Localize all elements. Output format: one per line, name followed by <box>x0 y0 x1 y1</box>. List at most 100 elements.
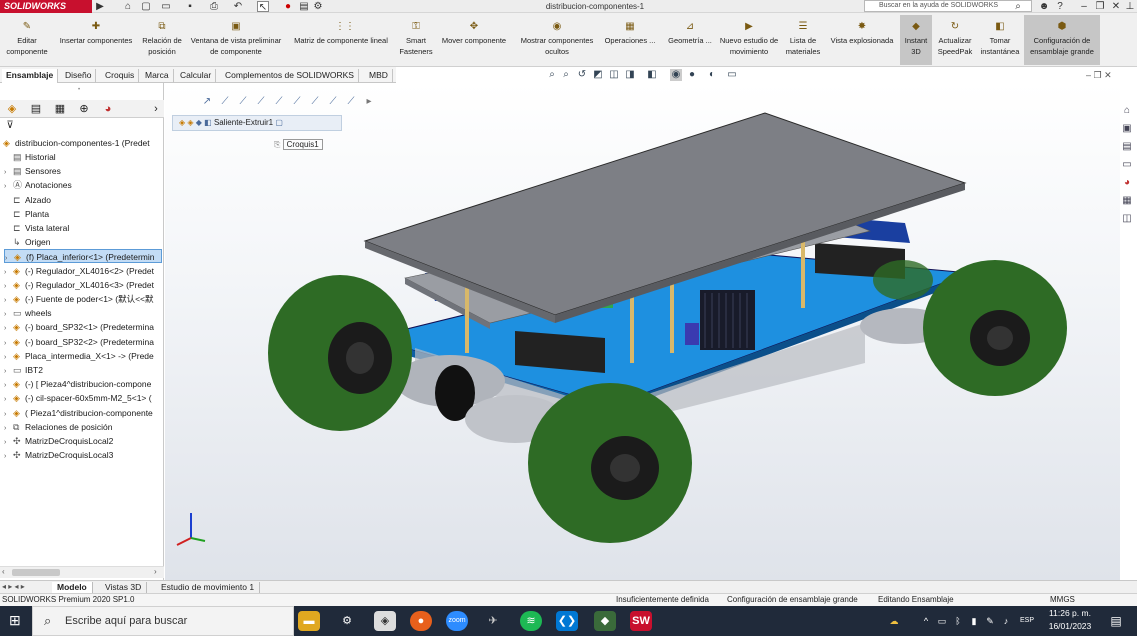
new-document-icon[interactable]: ▢ <box>140 1 152 12</box>
search-icon[interactable]: ⌕ <box>1012 1 1024 12</box>
expand-arrow-icon[interactable]: › <box>4 450 13 462</box>
sketch-icon[interactable]: ▢ <box>275 118 283 127</box>
rebuild-icon[interactable]: ● <box>282 1 294 12</box>
tree-item-regulador-3[interactable]: › ◈ (-) Regulador_XL4016<3> (Predet <box>4 278 162 292</box>
save-icon[interactable]: ▪ <box>184 1 196 12</box>
resources-icon[interactable]: ▣ <box>1120 122 1134 136</box>
spotify-taskbar-icon[interactable]: ≋ <box>520 611 542 631</box>
vscode-taskbar-icon[interactable]: ❮❯ <box>556 611 578 631</box>
tab-croquis[interactable]: Croquis <box>101 69 140 83</box>
more-tools-icon[interactable]: ▸ <box>362 95 376 109</box>
tab-scroll-icons[interactable]: ◂ ▸ ◂ ▸ <box>2 582 25 591</box>
tree-item-planta[interactable]: ⊏ Planta <box>4 207 162 221</box>
tree-item-fuente-poder[interactable]: › ◈ (-) Fuente de poder<1> (默认<<默 <box>4 292 162 306</box>
tray-expand-icon[interactable]: ^ <box>920 614 932 628</box>
assembly-icon[interactable]: ◈ <box>179 118 185 127</box>
expand-arrow-icon[interactable]: › <box>4 180 13 192</box>
tab-calcular[interactable]: Calcular <box>176 69 217 83</box>
zoom-to-area-icon[interactable]: ⌕ <box>560 69 572 81</box>
tab-diseno[interactable]: Diseño <box>61 69 97 83</box>
forum-icon[interactable]: ◫ <box>1120 212 1134 226</box>
tab-ensamblaje[interactable]: Ensamblaje <box>2 69 59 83</box>
component-preview-window-button[interactable]: ▣ Ventana de vista preliminar de componen… <box>186 15 286 65</box>
help-menu-icon[interactable]: ? <box>1054 1 1066 12</box>
feature-manager-tab-icon[interactable]: ◈ <box>4 102 20 116</box>
expand-arrow-icon[interactable]: › <box>4 408 13 420</box>
mate-button[interactable]: ⧉ Relación de posición <box>138 15 186 65</box>
tab-marca[interactable]: Marca <box>141 69 174 83</box>
bluetooth-icon[interactable]: ᛒ <box>952 614 964 628</box>
tree-item-sensores[interactable]: › ▤ Sensores <box>4 164 162 178</box>
network-icon[interactable]: ▭ <box>936 614 948 628</box>
apply-scene-icon[interactable]: ◐ <box>706 69 718 81</box>
move-component-button[interactable]: ✥ Mover componente <box>434 15 514 65</box>
tree-item-origen[interactable]: ↳ Origen <box>4 235 162 249</box>
print-icon[interactable]: ⎙ <box>208 1 220 12</box>
help-search-input[interactable]: Buscar en la ayuda de SOLIDWORKS <box>864 0 1032 12</box>
close-icon[interactable]: ✕ <box>1110 1 1122 12</box>
more-tabs-icon[interactable]: › <box>148 102 164 116</box>
tab-complementos[interactable]: Complementos de SOLIDWORKS <box>221 69 359 83</box>
firefox-taskbar-icon[interactable]: ● <box>410 611 432 631</box>
volume-icon[interactable]: ♪ <box>1000 614 1012 628</box>
expand-arrow-icon[interactable]: › <box>4 436 13 448</box>
part-icon[interactable]: ◈ <box>187 118 193 127</box>
pen-icon[interactable]: ✎ <box>984 614 996 628</box>
file-explorer-icon[interactable]: ▭ <box>1120 158 1134 172</box>
expand-arrow-icon[interactable]: › <box>4 379 13 391</box>
expand-arrow-icon[interactable]: › <box>4 393 13 405</box>
line-tool-icon[interactable]: ⟋ <box>218 95 232 109</box>
user-icon[interactable]: ☻ <box>1038 1 1050 12</box>
tree-item-historial[interactable]: ▤ Historial <box>4 150 162 164</box>
feature-icon[interactable]: ◧ <box>204 118 212 127</box>
display-manager-tab-icon[interactable]: ◕ <box>100 102 116 116</box>
expand-arrow-icon[interactable]: › <box>4 422 13 434</box>
take-snapshot-button[interactable]: ◧ Tomar instantánea <box>976 15 1024 65</box>
zoom-taskbar-icon[interactable]: zoom <box>446 611 468 631</box>
minimize-icon[interactable]: – <box>1086 70 1094 80</box>
tree-filter[interactable]: ⊽ <box>0 118 164 134</box>
update-speedpak-button[interactable]: ↻ Actualizar SpeedPak <box>934 15 976 65</box>
section-view-icon[interactable]: ◩ <box>592 69 604 81</box>
tree-item-matriz-3[interactable]: › ✣ MatrizDeCroquisLocal3 <box>4 448 162 462</box>
expand-arrow-icon[interactable]: › <box>5 252 14 262</box>
dimxpert-tab-icon[interactable]: ⊕ <box>76 102 92 116</box>
custom-properties-icon[interactable]: ▦ <box>1120 194 1134 208</box>
show-hidden-components-button[interactable]: ◉ Mostrar componentes ocultos <box>514 15 600 65</box>
line-tool-icon[interactable]: ⟋ <box>308 95 322 109</box>
dynamic-annotation-icon[interactable]: ◫ <box>608 69 620 81</box>
sketch-selection[interactable]: ⎘ Croquis1 <box>274 138 336 152</box>
tree-item-vista-lateral[interactable]: ⊏ Vista lateral <box>4 221 162 235</box>
options-gear-icon[interactable]: ⚙ <box>312 1 324 12</box>
exploded-view-button[interactable]: ✸ Vista explosionada <box>826 15 898 65</box>
configuration-manager-tab-icon[interactable]: ▦ <box>52 102 68 116</box>
reference-geometry-button[interactable]: ⊿ Geometría ... <box>662 15 718 65</box>
tab-mbd[interactable]: MBD <box>365 69 393 83</box>
tree-item-cil-spacer[interactable]: › ◈ (-) cil-spacer-60x5mm-M2_5<1> ( <box>4 391 162 405</box>
tree-item-board-sp32-2[interactable]: › ◈ (-) board_SP32<2> (Predetermina <box>4 335 162 349</box>
select-pointer-icon[interactable]: ↖ <box>257 1 269 13</box>
expand-arrow-icon[interactable]: › <box>4 351 13 363</box>
expand-arrow-icon[interactable]: › <box>4 266 13 278</box>
expand-menu-icon[interactable]: ▶ <box>94 1 106 12</box>
keyboard-layout-icon[interactable]: ESP <box>1018 614 1036 628</box>
new-motion-study-button[interactable]: ▶ Nuevo estudio de movimiento <box>718 15 780 65</box>
solidworks-resources-taskbar-icon[interactable]: ◈ <box>374 611 396 631</box>
view-orientation-icon[interactable]: ◨ <box>624 69 636 81</box>
expand-arrow-icon[interactable]: › <box>4 294 13 306</box>
restore-icon[interactable]: ❐ <box>1094 70 1105 80</box>
large-assembly-settings-button[interactable]: ⬢ Configuración de ensamblaje grande <box>1024 15 1100 65</box>
app-taskbar-icon[interactable]: ✈ <box>482 611 504 631</box>
windows-start-icon[interactable]: ⊞ <box>9 613 23 627</box>
expand-arrow-icon[interactable]: › <box>4 280 13 292</box>
line-tool-icon[interactable]: ⟋ <box>272 95 286 109</box>
tree-item-pieza4[interactable]: › ◈ (-) [ Pieza4^distribucion-compone <box>4 377 162 391</box>
notifications-icon[interactable]: ▤ <box>1110 614 1122 628</box>
taskbar-search-input[interactable]: Escribe aquí para buscar <box>32 606 294 636</box>
close-icon[interactable]: ✕ <box>1104 70 1112 80</box>
bill-of-materials-button[interactable]: ☰ Lista de materiales <box>780 15 826 65</box>
tree-root[interactable]: ◈ distribucion-componentes-1 (Predet <box>3 136 163 150</box>
scroll-left-icon[interactable]: ‹ <box>2 567 5 576</box>
line-tool-icon[interactable]: ⟋ <box>254 95 268 109</box>
hide-show-items-icon[interactable]: ◉ <box>670 69 682 81</box>
